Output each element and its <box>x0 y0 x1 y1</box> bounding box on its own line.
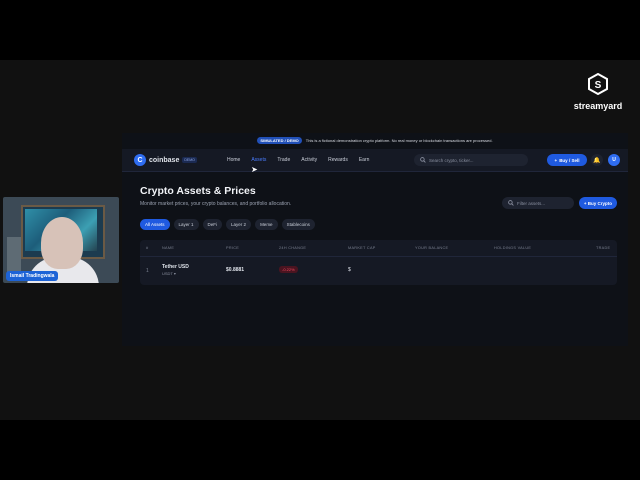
asset-market-cap: $ <box>348 267 351 273</box>
search-input[interactable]: Search crypto, ticker... <box>414 154 528 166</box>
search-icon <box>420 157 426 163</box>
streamyard-watermark: S streamyard <box>568 72 628 111</box>
filter-placeholder: Filter assets... <box>517 200 546 206</box>
col-price[interactable]: PRICE <box>226 246 239 250</box>
streamyard-name: streamyard <box>573 101 623 111</box>
col-rank: # <box>146 246 149 250</box>
col-holdings-value[interactable]: HOLDINGS VALUE <box>494 246 531 250</box>
row-rank: 1 <box>146 268 149 274</box>
filter-assets-input[interactable]: Filter assets... <box>502 197 574 209</box>
nav-item-home[interactable]: Home <box>227 157 240 163</box>
table-header: # NAME PRICE 24H CHANGE MARKET CAP YOUR … <box>140 240 617 257</box>
mouse-cursor-icon: ➤ <box>251 165 258 174</box>
brand-name: coinbase <box>149 156 180 164</box>
search-icon <box>508 200 514 206</box>
nav-item-activity[interactable]: Activity <box>301 157 317 163</box>
avatar[interactable]: U <box>608 154 620 166</box>
nav-item-trade[interactable]: Trade <box>277 157 290 163</box>
plus-icon: + <box>554 157 558 163</box>
col-trade: TRADE <box>596 246 611 250</box>
page-subtitle: Monitor market prices, your crypto balan… <box>140 201 292 207</box>
chip-defi[interactable]: DeFi <box>202 219 223 230</box>
buy-crypto-button[interactable]: + Buy Crypto <box>579 197 617 209</box>
demo-banner-text: This is a fictional demonstration crypto… <box>305 138 493 143</box>
demo-banner: SIMULATED / DEMO This is a fictional dem… <box>122 136 628 145</box>
page-title: Crypto Assets & Prices <box>140 185 256 197</box>
asset-ticker[interactable]: USDT ▾ <box>162 271 176 276</box>
buy-sell-button[interactable]: + Buy / Sell <box>547 154 587 166</box>
app-window: SIMULATED / DEMO This is a fictional dem… <box>122 133 628 346</box>
col-market-cap[interactable]: MARKET CAP <box>348 246 376 250</box>
chip-stablecoins[interactable]: Stablecoins <box>281 219 315 230</box>
chip-meme[interactable]: Meme <box>255 219 278 230</box>
assets-table: # NAME PRICE 24H CHANGE MARKET CAP YOUR … <box>140 240 617 285</box>
brand-demo-badge: DEMO <box>182 157 197 163</box>
asset-price: $0.8881 <box>226 267 245 273</box>
top-nav: C coinbase DEMO Home Assets Trade Activi… <box>122 149 628 172</box>
asset-change-badge: -0.22% <box>279 266 298 273</box>
nav-item-rewards[interactable]: Rewards <box>328 157 348 163</box>
brand-logo[interactable]: C coinbase DEMO <box>134 154 197 166</box>
col-your-balance[interactable]: YOUR BALANCE <box>415 246 448 250</box>
svg-text:S: S <box>595 80 602 91</box>
nav-item-earn[interactable]: Earn <box>359 157 370 163</box>
col-24h-change[interactable]: 24H CHANGE <box>279 246 306 250</box>
chip-all-assets[interactable]: All Assets <box>140 219 170 230</box>
coinbase-logo-icon: C <box>134 154 146 166</box>
nav-item-assets[interactable]: Assets <box>251 157 266 163</box>
chip-layer-2[interactable]: Layer 2 <box>226 219 252 230</box>
bell-icon[interactable]: 🔔 <box>591 154 603 166</box>
asset-name: Tether USD <box>162 264 189 270</box>
search-placeholder: Search crypto, ticker... <box>429 157 474 163</box>
chip-layer-1[interactable]: Layer 1 <box>173 219 199 230</box>
demo-badge: SIMULATED / DEMO <box>257 137 302 144</box>
col-name[interactable]: NAME <box>162 246 174 250</box>
presenter <box>41 217 83 269</box>
main-menu: Home Assets Trade Activity Rewards Earn <box>227 149 380 171</box>
presenter-webcam: Ismail Tradingwala <box>3 197 119 283</box>
category-chips: All Assets Layer 1 DeFi Layer 2 Meme Sta… <box>140 219 315 230</box>
streamyard-logo-icon: S <box>588 72 608 96</box>
presenter-name-tag: Ismail Tradingwala <box>6 271 59 281</box>
